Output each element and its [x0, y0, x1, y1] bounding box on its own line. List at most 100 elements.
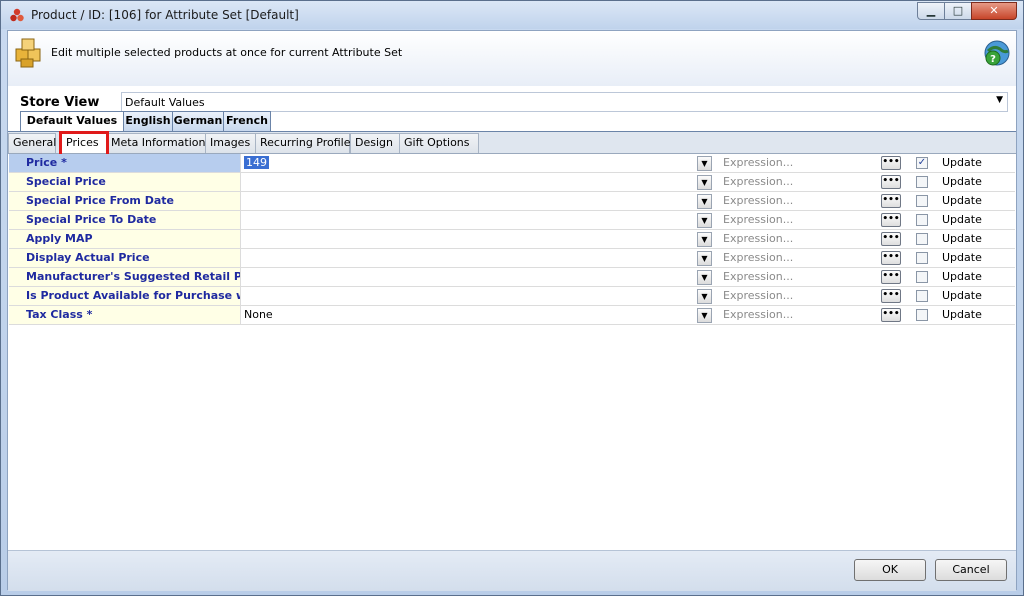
update-label: Update	[942, 232, 982, 245]
update-label: Update	[942, 270, 982, 283]
update-label: Update	[942, 213, 982, 226]
update-checkbox[interactable]	[916, 195, 928, 207]
attribute-label: Special Price To Date	[9, 211, 241, 229]
chevron-down-icon[interactable]: ▼	[697, 289, 712, 304]
update-checkbox[interactable]	[916, 252, 928, 264]
attribute-label: Tax Class *	[9, 306, 241, 324]
update-label: Update	[942, 251, 982, 264]
store-view-value: Default Values	[125, 96, 205, 109]
table-row[interactable]: Apply MAP ▼ Expression... ••• Update	[9, 230, 1015, 249]
table-row[interactable]: Display Actual Price ▼ Expression... •••…	[9, 249, 1015, 268]
expression-field[interactable]: Expression...	[723, 268, 863, 286]
attribute-label: Apply MAP	[9, 230, 241, 248]
attribute-value[interactable]	[243, 211, 714, 229]
attribute-value[interactable]: 149	[243, 154, 714, 172]
dialog-body: Edit multiple selected products at once …	[7, 30, 1017, 591]
attribute-label: Manufacturer's Suggested Retail Price	[9, 268, 241, 286]
update-checkbox[interactable]	[916, 271, 928, 283]
store-tab-french[interactable]: French	[223, 111, 271, 131]
store-tab-default-values[interactable]: Default Values	[20, 111, 124, 131]
attribute-value[interactable]	[243, 287, 714, 305]
update-label: Update	[942, 289, 982, 302]
chevron-down-icon[interactable]: ▼	[697, 175, 712, 190]
window-title: Product / ID: [106] for Attribute Set [D…	[31, 8, 299, 22]
store-view-select[interactable]: Default Values ▼	[121, 92, 1008, 112]
expression-ellipsis-button[interactable]: •••	[881, 175, 901, 189]
update-label: Update	[942, 175, 982, 188]
update-label: Update	[942, 156, 982, 169]
tab-meta-information[interactable]: Meta Information	[106, 133, 208, 153]
update-label: Update	[942, 194, 982, 207]
expression-field[interactable]: Expression...	[723, 192, 863, 210]
chevron-down-icon[interactable]: ▼	[697, 194, 712, 209]
expression-field[interactable]: Expression...	[723, 230, 863, 248]
update-checkbox[interactable]	[916, 214, 928, 226]
update-label: Update	[942, 308, 982, 321]
expression-ellipsis-button[interactable]: •••	[881, 194, 901, 208]
attribute-label: Special Price	[9, 173, 241, 191]
app-logo-icon	[10, 8, 24, 22]
close-button[interactable]: ✕	[971, 2, 1017, 20]
expression-field[interactable]: Expression...	[723, 249, 863, 267]
product-edit-window: Product / ID: [106] for Attribute Set [D…	[0, 0, 1024, 596]
chevron-down-icon[interactable]: ▼	[697, 156, 712, 171]
dialog-description: Edit multiple selected products at once …	[51, 46, 403, 59]
expression-field[interactable]: Expression...	[723, 154, 863, 172]
chevron-down-icon[interactable]: ▼	[697, 213, 712, 228]
expression-ellipsis-button[interactable]: •••	[881, 156, 901, 170]
tab-recurring-profile[interactable]: Recurring Profile	[255, 133, 351, 153]
update-checkbox[interactable]	[916, 290, 928, 302]
chevron-down-icon[interactable]: ▼	[697, 251, 712, 266]
maximize-button[interactable]: □	[944, 2, 972, 20]
store-tab-german[interactable]: German	[172, 111, 224, 131]
tab-design[interactable]: Design	[350, 133, 400, 153]
chevron-down-icon[interactable]: ▼	[697, 308, 712, 323]
update-checkbox[interactable]	[916, 176, 928, 188]
table-row[interactable]: Manufacturer's Suggested Retail Price ▼ …	[9, 268, 1015, 287]
chevron-down-icon: ▼	[996, 95, 1003, 105]
expression-ellipsis-button[interactable]: •••	[881, 232, 901, 246]
selected-value-text: 149	[244, 156, 269, 169]
ok-button[interactable]: OK	[854, 559, 926, 581]
attribute-value[interactable]	[243, 173, 714, 191]
update-checkbox[interactable]: ✓	[916, 157, 928, 169]
minimize-button[interactable]: ▁	[917, 2, 945, 20]
attribute-value[interactable]	[243, 192, 714, 210]
table-row[interactable]: Special Price ▼ Expression... ••• Update	[9, 173, 1015, 192]
update-checkbox[interactable]	[916, 233, 928, 245]
expression-ellipsis-button[interactable]: •••	[881, 251, 901, 265]
boxes-icon	[15, 38, 41, 68]
table-row[interactable]: Special Price To Date ▼ Expression... ••…	[9, 211, 1015, 230]
attribute-value[interactable]	[243, 268, 714, 286]
table-row[interactable]: Tax Class * None ▼ Expression... ••• Upd…	[9, 306, 1015, 325]
store-view-label: Store View	[20, 95, 100, 110]
table-row[interactable]: Special Price From Date ▼ Expression... …	[9, 192, 1015, 211]
attribute-value[interactable]	[243, 230, 714, 248]
expression-field[interactable]: Expression...	[723, 287, 863, 305]
tab-general[interactable]: General	[8, 133, 56, 153]
attribute-label: Special Price From Date	[9, 192, 241, 210]
tab-images[interactable]: Images	[205, 133, 257, 153]
expression-field[interactable]: Expression...	[723, 211, 863, 229]
expression-ellipsis-button[interactable]: •••	[881, 213, 901, 227]
expression-field[interactable]: Expression...	[723, 306, 863, 324]
chevron-down-icon[interactable]: ▼	[697, 232, 712, 247]
store-view-tabs: Default Values English German French	[12, 111, 1012, 131]
attribute-value[interactable]: None	[243, 306, 714, 324]
update-checkbox[interactable]	[916, 309, 928, 321]
expression-ellipsis-button[interactable]: •••	[881, 308, 901, 322]
expression-ellipsis-button[interactable]: •••	[881, 289, 901, 303]
attribute-value[interactable]	[243, 249, 714, 267]
help-globe-icon[interactable]: ?	[982, 39, 1012, 69]
chevron-down-icon[interactable]: ▼	[697, 270, 712, 285]
attribute-label: Display Actual Price	[9, 249, 241, 267]
expression-ellipsis-button[interactable]: •••	[881, 270, 901, 284]
attribute-group-tabs: General Prices Meta Information Images R…	[8, 132, 1016, 154]
title-bar[interactable]: Product / ID: [106] for Attribute Set [D…	[1, 1, 1023, 29]
tab-gift-options[interactable]: Gift Options	[399, 133, 479, 153]
table-row[interactable]: Is Product Available for Purchase with G…	[9, 287, 1015, 306]
table-row[interactable]: Price * 149 ▼ Expression... ••• ✓ Update	[9, 154, 1015, 173]
store-tab-english[interactable]: English	[123, 111, 173, 131]
expression-field[interactable]: Expression...	[723, 173, 863, 191]
cancel-button[interactable]: Cancel	[935, 559, 1007, 581]
